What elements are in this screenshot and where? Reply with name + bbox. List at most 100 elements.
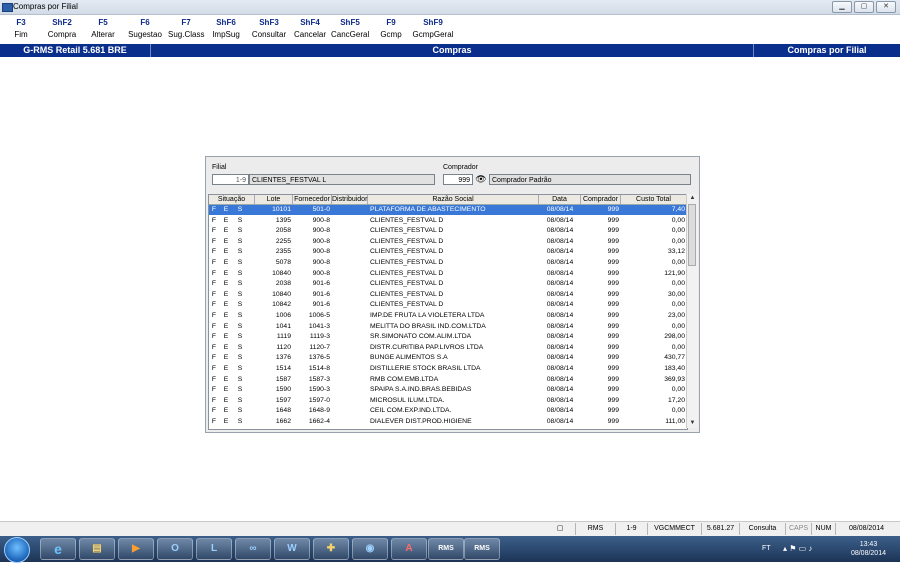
custo-total-cell: 0,00 xyxy=(671,237,685,245)
razao-social-cell: CLIENTES_FESTVAL D xyxy=(370,290,444,298)
fornecedor-cell: 1041-3 xyxy=(308,322,330,330)
screen-title: Compras por Filial xyxy=(787,45,867,55)
fornecedor-cell: 901-6 xyxy=(312,280,330,288)
comprador-cell: 999 xyxy=(607,365,619,372)
table-row[interactable]: F E S 1395 900-8 CLIENTES_FESTVAL D 08/08/14 99… xyxy=(209,216,687,226)
custo-total-cell: 111,00 xyxy=(665,418,685,425)
scroll-thumb[interactable] xyxy=(688,204,696,266)
tray-icons[interactable]: ▴ ⚑ ▭ ♪ xyxy=(783,544,812,553)
fkey-sugestao[interactable]: F6 Sugestao xyxy=(127,18,163,39)
table-row[interactable]: F E S 1041 1041-3 MELITTA DO BRASIL IND.COM.L… xyxy=(209,322,687,332)
lote-cell: 10840 xyxy=(272,290,291,298)
situacao-cell: S xyxy=(237,290,243,298)
language-indicator[interactable]: FT xyxy=(762,545,771,552)
grid-header: Situação Lote Fornecedor Distribuidor Ra… xyxy=(209,195,687,205)
function-key-toolbar: F3 Fim ShF2 Compra F5 Alterar F6 Sugestao F7… xyxy=(0,15,900,43)
table-row[interactable]: F E S 1119 1119-3 SR.SIMONATO COM.ALIM.LTDA 08… xyxy=(209,332,687,342)
table-row[interactable]: F E S 2038 901-6 CLIENTES_FESTVAL D 08/08/14 99… xyxy=(209,279,687,289)
network-icon[interactable]: ◉ xyxy=(352,538,388,560)
situacao-cell: F xyxy=(211,396,217,404)
razao-social-cell: CLIENTES_FESTVAL D xyxy=(370,227,444,235)
situacao-cell: S xyxy=(237,375,243,383)
table-row[interactable]: F E S 1590 1590-3 SPAIPA S.A.IND.BRAS.BEBIDAS… xyxy=(209,385,687,395)
data-cell: 08/08/14 xyxy=(546,248,574,256)
rms-window-2[interactable]: RMS xyxy=(464,538,500,560)
table-row[interactable]: F E S 2255 900-8 CLIENTES_FESTVAL D 08/08/14 99… xyxy=(209,237,687,247)
table-row[interactable]: F E S 1376 1376-5 BUNGE ALIMENTOS S.A 08/08/14… xyxy=(209,353,687,363)
table-row[interactable]: F E S 2058 900-8 CLIENTES_FESTVAL D 08/08/14 99… xyxy=(209,226,687,236)
close-button[interactable]: ✕ xyxy=(876,1,896,13)
data-cell: 08/08/14 xyxy=(546,312,574,319)
fkey-gcmpgeral[interactable]: ShF9 GcmpGeral xyxy=(412,18,454,39)
fkey-cancelar[interactable]: ShF4 Cancelar xyxy=(293,18,327,39)
ie-icon[interactable]: e xyxy=(40,538,76,560)
fkey-key: F6 xyxy=(140,18,150,27)
custo-total-cell: 0,00 xyxy=(671,407,685,415)
razao-social-cell: MELITTA DO BRASIL IND.COM.LTDA xyxy=(370,322,486,330)
comprador-cell: 999 xyxy=(607,322,619,330)
comprador-cell: 999 xyxy=(607,312,619,319)
col-situacao[interactable]: Situação xyxy=(209,195,255,204)
pdf-icon[interactable]: A xyxy=(391,538,427,560)
fkey-sug-class[interactable]: F7 Sug.Class xyxy=(168,18,204,39)
col-comprador[interactable]: Comprador xyxy=(581,195,621,204)
media-icon[interactable]: ▶ xyxy=(118,538,154,560)
distribuidor-cell xyxy=(332,269,368,279)
table-row[interactable]: F E S 1006 1006-5 IMP.DE FRUTA LA VIOLETERA L… xyxy=(209,311,687,321)
explorer-icon[interactable]: ▤ xyxy=(79,538,115,560)
table-row[interactable]: F E S 10101 501-0 PLATAFORMA DE ABASTECIMENTO… xyxy=(209,205,687,216)
minimize-button[interactable]: ▁ xyxy=(832,1,852,13)
fornecedor-cell: 501-0 xyxy=(312,206,330,213)
fkey-fim[interactable]: F3 Fim xyxy=(9,18,33,39)
table-row[interactable]: F E S 1662 1662-4 DIALEVER DIST.PROD.HIGIENE 0… xyxy=(209,417,687,427)
table-row[interactable]: F E S 10840 900-8 CLIENTES_FESTVAL D 08/08/14 9… xyxy=(209,269,687,279)
data-cell: 08/08/14 xyxy=(546,407,574,415)
fornecedor-cell: 1376-5 xyxy=(308,354,330,362)
table-row[interactable]: F E S 2355 900-8 CLIENTES_FESTVAL D 08/08/14 99… xyxy=(209,247,687,257)
col-fornecedor[interactable]: Fornecedor xyxy=(293,195,332,204)
outlook-icon[interactable]: O xyxy=(157,538,193,560)
col-custo-total[interactable]: Custo Total xyxy=(621,195,687,204)
taskbar-clock[interactable]: 13:43 08/08/2014 xyxy=(851,540,886,558)
table-row[interactable]: F E S 1120 1120-7 DISTR.CURITIBA PAP.LIVROS L… xyxy=(209,343,687,353)
lync-icon[interactable]: L xyxy=(196,538,232,560)
install-icon[interactable]: ✚ xyxy=(313,538,349,560)
fkey-alterar[interactable]: F5 Alterar xyxy=(88,18,118,39)
binoculars-search-icon[interactable]: 👁 xyxy=(475,174,487,185)
fkey-gcmp[interactable]: F9 Gcmp xyxy=(378,18,404,39)
custo-total-cell: 121,90 xyxy=(664,269,685,277)
fkey-label: Sug.Class xyxy=(168,30,205,39)
col-razao-social[interactable]: Razão Social xyxy=(368,195,539,204)
table-row[interactable]: F E S 1514 1514-8 DISTILLERIE STOCK BRASIL LT… xyxy=(209,364,687,374)
connector-icon[interactable]: ∞ xyxy=(235,538,271,560)
col-data[interactable]: Data xyxy=(539,195,581,204)
col-lote[interactable]: Lote xyxy=(255,195,293,204)
table-row[interactable]: F E S 1587 1587-3 RMB COM.EMB.LTDA 08/08/14 999… xyxy=(209,375,687,385)
table-row[interactable]: F E S 10840 901-6 CLIENTES_FESTVAL D 08/08/14 9… xyxy=(209,290,687,300)
word-icon[interactable]: W xyxy=(274,538,310,560)
comprador-code-field[interactable]: 999 xyxy=(443,174,473,185)
maximize-button[interactable]: ▢ xyxy=(854,1,874,13)
situacao-cell: E xyxy=(223,343,229,351)
situacao-cell: S xyxy=(237,322,243,330)
table-row[interactable]: F E S 1597 1597-0 MICROSUL ILUM.LTDA. 08/08/14… xyxy=(209,396,687,406)
fkey-cancgeral[interactable]: ShF5 CancGeral xyxy=(331,18,369,39)
rms-window-1[interactable]: RMS xyxy=(428,538,464,560)
table-row[interactable]: F E S 5078 900-8 CLIENTES_FESTVAL D 08/08/14 99… xyxy=(209,258,687,268)
filial-code-field[interactable]: 1-9 xyxy=(212,174,249,185)
situacao-cell: F xyxy=(211,269,217,277)
comprador-cell: 999 xyxy=(607,227,619,235)
fkey-compra[interactable]: ShF2 Compra xyxy=(46,18,78,39)
scroll-down-icon[interactable]: ▼ xyxy=(687,419,698,428)
status-app: RMS xyxy=(575,523,615,535)
scroll-up-icon[interactable]: ▲ xyxy=(687,194,698,203)
table-row[interactable]: F E S 10842 901-6 CLIENTES_FESTVAL D 08/08/14 9… xyxy=(209,300,687,310)
table-row[interactable]: F E S 1648 1648-9 CEIL COM.EXP.IND.LTDA. 08/08… xyxy=(209,406,687,416)
fkey-consultar[interactable]: ShF3 Consultar xyxy=(250,18,288,39)
start-button[interactable] xyxy=(4,537,30,563)
situacao-cell: E xyxy=(223,322,229,330)
fkey-impsug[interactable]: ShF6 ImpSug xyxy=(210,18,242,39)
col-distribuidor[interactable]: Distribuidor xyxy=(332,195,368,204)
grid-scrollbar[interactable]: ▲ ▼ xyxy=(686,194,698,428)
lote-cell: 5078 xyxy=(275,259,291,266)
